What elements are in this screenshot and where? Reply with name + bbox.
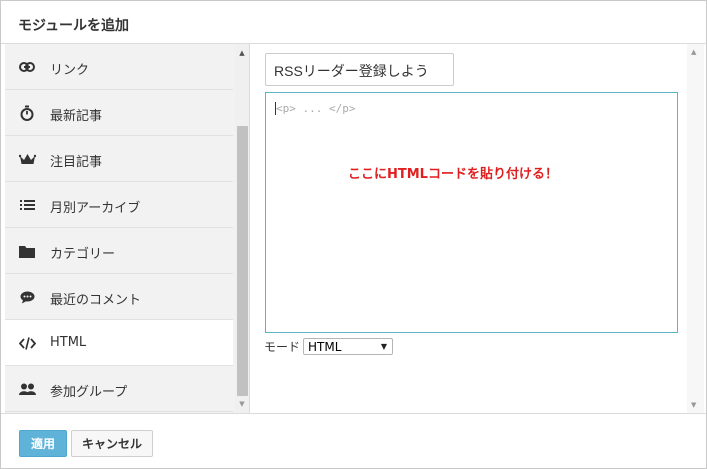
- group-icon: [18, 380, 36, 398]
- link-icon: [18, 58, 36, 76]
- dialog-header: モジュールを追加: [1, 1, 706, 44]
- stopwatch-icon: [18, 104, 36, 122]
- sidebar-item-featured-articles[interactable]: 注目記事: [5, 136, 233, 182]
- cancel-button[interactable]: キャンセル: [71, 430, 153, 457]
- apply-button[interactable]: 適用: [19, 430, 67, 457]
- sidebar-item-label: 最新記事: [50, 109, 103, 124]
- html-code-textarea[interactable]: <p> ... </p> ここにHTMLコードを貼り付ける！: [265, 92, 678, 333]
- folder-icon: [18, 242, 36, 260]
- editor-scrollbar[interactable]: ▲ ▼: [687, 44, 704, 413]
- module-title-input[interactable]: RSSリーダー登録しよう: [265, 53, 454, 86]
- instruction-annotation: ここにHTMLコードを貼り付ける！: [348, 167, 558, 182]
- sidebar-item-link[interactable]: リンク: [5, 44, 233, 90]
- mode-label: モード: [264, 339, 301, 354]
- sidebar-item-html[interactable]: HTML: [5, 320, 233, 366]
- crown-icon: [18, 150, 36, 168]
- dialog-title: モジュールを追加: [18, 18, 130, 34]
- code-placeholder: <p> ... </p>: [276, 102, 356, 115]
- mode-row: モード HTML ▼: [264, 337, 394, 355]
- sidebar-item-label: カテゴリー: [50, 247, 116, 262]
- dialog-footer: 適用 キャンセル: [1, 413, 706, 468]
- mode-select-value: HTML: [308, 339, 342, 354]
- scroll-up-arrow-icon[interactable]: ▲: [235, 46, 249, 60]
- scroll-up-arrow-icon[interactable]: ▲: [691, 48, 696, 56]
- scroll-down-arrow-icon[interactable]: ▼: [691, 401, 696, 409]
- sidebar-item-label: 最近のコメント: [50, 293, 142, 308]
- sidebar-scrollbar-thumb[interactable]: [237, 126, 248, 396]
- sidebar-item-label: HTML: [50, 335, 87, 350]
- module-sidebar: リンク 最新記事 注目記事 月別アーカイブ カテゴリー 最近のコメント HTML…: [5, 44, 250, 413]
- sidebar-item-category[interactable]: カテゴリー: [5, 228, 233, 274]
- sidebar-scrollbar[interactable]: ▲ ▼: [235, 44, 249, 413]
- sidebar-item-label: リンク: [50, 63, 90, 78]
- sidebar-item-latest-articles[interactable]: 最新記事: [5, 90, 233, 136]
- dropdown-caret-icon: ▼: [380, 341, 388, 351]
- sidebar-item-label: 注目記事: [50, 155, 103, 170]
- module-editor: RSSリーダー登録しよう <p> ... </p> ここにHTMLコードを貼り付…: [251, 44, 706, 413]
- mode-select[interactable]: HTML ▼: [303, 337, 394, 355]
- sidebar-item-label: 月別アーカイブ: [50, 201, 141, 216]
- code-icon: [18, 334, 36, 352]
- sidebar-item-label: 参加グループ: [50, 385, 128, 400]
- add-module-dialog: モジュールを追加 リンク 最新記事 注目記事 月別アーカイブ カテゴリー 最近の…: [0, 0, 707, 469]
- scroll-down-arrow-icon[interactable]: ▼: [235, 397, 249, 411]
- list-icon: [18, 196, 36, 214]
- sidebar-item-participating-groups[interactable]: 参加グループ: [5, 366, 233, 412]
- sidebar-item-recent-comments[interactable]: 最近のコメント: [5, 274, 233, 320]
- comment-icon: [18, 288, 36, 306]
- sidebar-item-monthly-archive[interactable]: 月別アーカイブ: [5, 182, 233, 228]
